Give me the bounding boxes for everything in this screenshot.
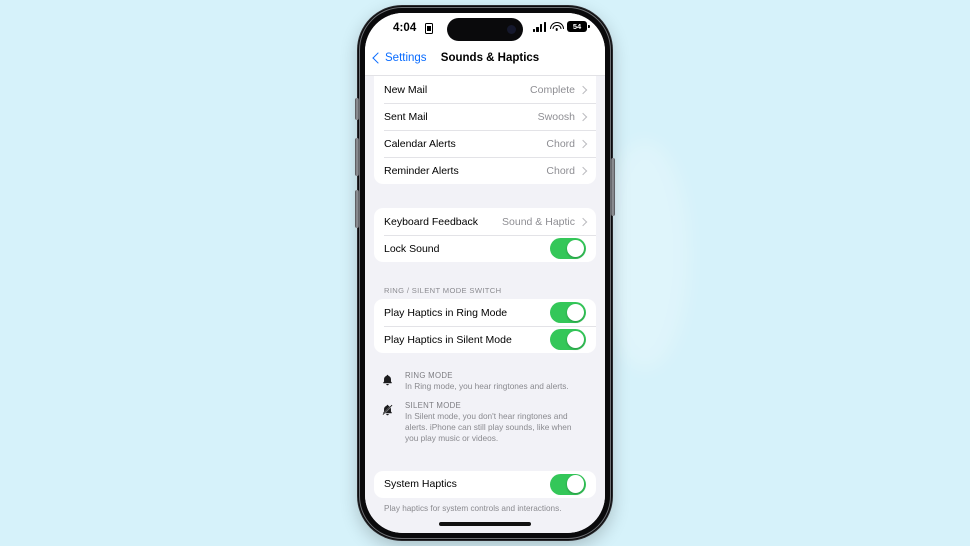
row-label: Reminder Alerts — [384, 164, 459, 177]
phone-screen: 4:04 54 Settings Sounds & Haptics New Ma… — [365, 13, 605, 533]
system-haptics-group: System Haptics — [374, 470, 596, 498]
status-bar-time: 4:04 — [393, 22, 417, 34]
status-bar: 4:04 54 — [365, 13, 605, 47]
screenshot-stage: 4:04 54 Settings Sounds & Haptics New Ma… — [0, 0, 970, 546]
row-label: New Mail — [384, 83, 428, 96]
chevron-right-icon — [578, 139, 588, 148]
chevron-right-icon — [578, 85, 588, 94]
toggle-knob — [566, 475, 585, 494]
keyboard-lock-group: Keyboard Feedback Sound & Haptic Lock So… — [374, 208, 596, 262]
alert-tones-group: New Mail Complete Sent Mail Swoosh Calen… — [374, 76, 596, 184]
row-label: Play Haptics in Silent Mode — [384, 333, 512, 346]
battery-level-text: 54 — [572, 21, 582, 31]
lock-portrait-orientation-icon — [425, 23, 433, 34]
page-title: Sounds & Haptics — [440, 52, 540, 64]
row-value: Sound & Haptic — [502, 215, 575, 228]
row-value: Chord — [546, 164, 575, 177]
info-description: In Ring mode, you hear ringtones and ale… — [405, 381, 569, 391]
row-accessory: Sound & Haptic — [502, 215, 588, 228]
row-value: Complete — [530, 83, 575, 96]
dynamic-island — [447, 18, 523, 41]
settings-scroll-content[interactable]: New Mail Complete Sent Mail Swoosh Calen… — [365, 76, 605, 533]
row-new-mail[interactable]: New Mail Complete — [374, 76, 596, 103]
battery-icon: 54 — [567, 21, 590, 32]
row-reminder-alerts[interactable]: Reminder Alerts Chord — [374, 157, 596, 184]
row-sent-mail[interactable]: Sent Mail Swoosh — [374, 103, 596, 130]
row-calendar-alerts[interactable]: Calendar Alerts Chord — [374, 130, 596, 157]
power-button[interactable] — [611, 158, 615, 216]
silent-mode-info: SILENT MODE In Silent mode, you don't he… — [381, 401, 589, 444]
bell-icon — [381, 371, 396, 392]
system-haptics-footer-note: Play haptics for system controls and int… — [384, 503, 562, 513]
row-play-haptics-ring-mode[interactable]: Play Haptics in Ring Mode — [374, 299, 596, 326]
row-label: Lock Sound — [384, 242, 440, 255]
ring-silent-section-header: RING / SILENT MODE SWITCH — [384, 286, 502, 295]
row-label: Sent Mail — [384, 110, 428, 123]
volume-down-button[interactable] — [355, 190, 359, 228]
toggle-knob — [566, 303, 585, 322]
row-play-haptics-silent-mode[interactable]: Play Haptics in Silent Mode — [374, 326, 596, 353]
row-keyboard-feedback[interactable]: Keyboard Feedback Sound & Haptic — [374, 208, 596, 235]
navigation-bar: Settings Sounds & Haptics — [365, 47, 605, 76]
ring-silent-group: Play Haptics in Ring Mode Play Haptics i… — [374, 299, 596, 353]
toggle-knob — [566, 330, 585, 349]
wifi-icon — [549, 21, 564, 32]
info-title: SILENT MODE — [405, 401, 462, 410]
info-description: In Silent mode, you don't hear ringtones… — [405, 411, 572, 443]
home-indicator[interactable] — [439, 522, 531, 526]
row-accessory: Swoosh — [537, 110, 588, 123]
cellular-signal-icon — [532, 21, 546, 32]
mute-switch-button[interactable] — [355, 98, 359, 120]
row-system-haptics[interactable]: System Haptics — [374, 471, 596, 498]
silent-mode-text: SILENT MODE In Silent mode, you don't he… — [405, 401, 585, 444]
ring-mode-text: RING MODE In Ring mode, you hear rington… — [405, 371, 569, 392]
row-accessory: Chord — [546, 164, 588, 177]
volume-up-button[interactable] — [355, 138, 359, 176]
row-value: Chord — [546, 137, 575, 150]
lock-sound-toggle[interactable] — [550, 238, 586, 259]
mode-explanation-block: RING MODE In Ring mode, you hear rington… — [365, 371, 605, 444]
row-accessory: Complete — [530, 83, 588, 96]
chevron-right-icon — [578, 217, 588, 226]
ring-mode-info: RING MODE In Ring mode, you hear rington… — [381, 371, 589, 392]
info-title: RING MODE — [405, 371, 453, 380]
row-label: Play Haptics in Ring Mode — [384, 306, 508, 319]
toggle-knob — [566, 239, 585, 258]
row-label: Keyboard Feedback — [384, 215, 478, 228]
row-label: Calendar Alerts — [384, 137, 456, 150]
status-bar-indicators: 54 — [532, 21, 590, 32]
row-accessory: Chord — [546, 137, 588, 150]
system-haptics-toggle[interactable] — [550, 473, 586, 495]
iphone-device-frame: 4:04 54 Settings Sounds & Haptics New Ma… — [355, 6, 615, 540]
row-label: System Haptics — [384, 478, 457, 491]
front-camera-icon — [507, 25, 516, 34]
chevron-right-icon — [578, 166, 588, 175]
chevron-right-icon — [578, 112, 588, 121]
bell-slash-icon — [381, 401, 396, 444]
play-haptics-silent-mode-toggle[interactable] — [550, 329, 586, 350]
row-value: Swoosh — [537, 110, 575, 123]
row-lock-sound[interactable]: Lock Sound — [374, 235, 596, 262]
play-haptics-ring-mode-toggle[interactable] — [550, 302, 586, 323]
